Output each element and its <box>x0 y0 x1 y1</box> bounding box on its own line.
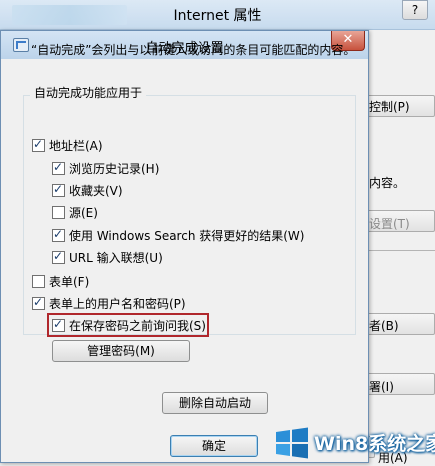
windows-logo-icon <box>276 427 308 459</box>
option-url-suggestions[interactable]: URL 输入联想(U) <box>52 249 163 265</box>
delete-history-button[interactable]: 删除自动启动 <box>162 392 268 414</box>
manage-passwords-button[interactable]: 管理密码(M) <box>52 340 190 362</box>
option-label: 地址栏(A) <box>49 138 103 153</box>
checkbox-address-bar[interactable] <box>32 137 45 152</box>
option-label: URL 输入联想(U) <box>69 250 163 265</box>
checkbox-browsing-history[interactable] <box>52 160 65 175</box>
description-text: “自动完成”会列出与以前键入或访问的条目可能匹配的内容。 <box>31 43 356 57</box>
checkbox-forms[interactable] <box>32 274 45 288</box>
bg-item-publisher[interactable]: 者(B) <box>369 317 399 334</box>
checkbox-usernames-passwords[interactable] <box>32 295 45 310</box>
highlight-annotation <box>47 313 209 337</box>
bg-item-content: 内容。 <box>369 176 406 190</box>
option-label: 使用 Windows Search 获得更好的结果(W) <box>69 228 305 243</box>
ok-button[interactable]: 确定 <box>170 435 258 457</box>
watermark: Win8系统之家 <box>274 424 435 463</box>
option-label: 源(E) <box>69 205 98 220</box>
bg-item-control[interactable]: 控制(P) <box>369 98 410 115</box>
option-favorites[interactable]: 收藏夹(V) <box>52 182 123 198</box>
checkbox-feeds[interactable] <box>52 205 65 219</box>
option-label: 收藏夹(V) <box>69 183 123 198</box>
option-forms[interactable]: 表单(F) <box>32 273 89 289</box>
background-window-title: Internet 属性 <box>173 8 262 24</box>
option-usernames-passwords[interactable]: 表单上的用户名和密码(P) <box>32 295 186 311</box>
checkbox-url-suggestions[interactable] <box>52 249 65 264</box>
checkbox-favorites[interactable] <box>52 182 65 197</box>
help-button[interactable]: ? <box>402 0 428 20</box>
background-window-titlebar: Internet 属性 ? <box>0 0 435 30</box>
option-windows-search[interactable]: 使用 Windows Search 获得更好的结果(W) <box>52 227 304 243</box>
option-label: 表单(F) <box>49 274 90 289</box>
option-label: 浏览历史记录(H) <box>69 161 160 176</box>
option-address-bar[interactable]: 地址栏(A) <box>32 137 103 153</box>
option-feeds[interactable]: 源(E) <box>52 204 98 220</box>
watermark-text: Win8系统之家 <box>314 433 435 455</box>
option-label: 表单上的用户名和密码(P) <box>49 296 186 311</box>
group-label: 自动完成功能应用于 <box>30 84 147 101</box>
bg-item-certificates[interactable]: 署(I) <box>369 378 394 395</box>
checkbox-windows-search[interactable] <box>52 227 65 242</box>
bg-item-settings[interactable]: 设置(T) <box>369 215 410 232</box>
option-browsing-history[interactable]: 浏览历史记录(H) <box>52 160 159 176</box>
